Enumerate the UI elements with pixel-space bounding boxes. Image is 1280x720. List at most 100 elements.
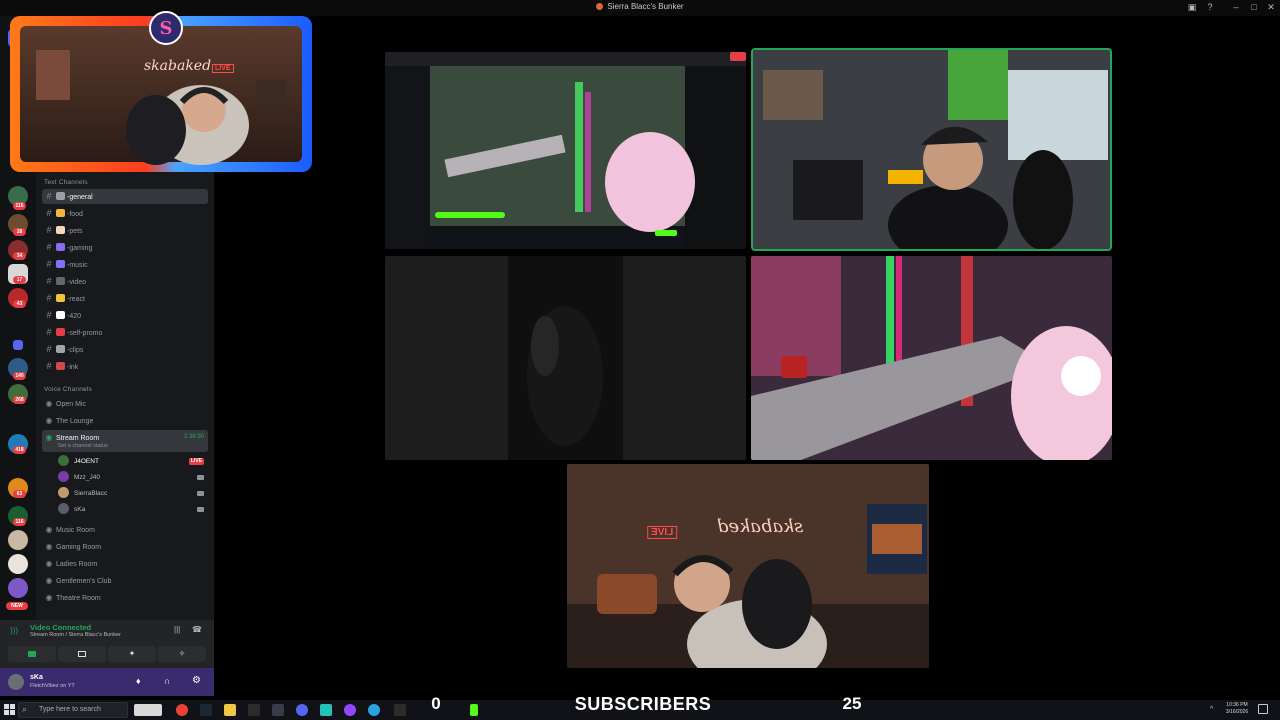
steam-icon[interactable]: [200, 704, 212, 716]
soundboard-button[interactable]: ✧: [158, 646, 206, 662]
channel-label: -react: [67, 296, 85, 303]
voice-user[interactable]: J4OENT LIVE: [58, 454, 208, 469]
windows-logo: [4, 704, 15, 715]
live-sign: LIVE: [647, 526, 678, 539]
voice-channel-gentlemens-club[interactable]: ◉ Gentlemen's Club: [42, 573, 208, 588]
channel-ink[interactable]: # -ink: [42, 359, 208, 374]
headphones-icon[interactable]: ∩: [164, 676, 170, 686]
voice-channel-stream-room[interactable]: ◉ Stream Room 2:38:30 Set a channel statu…: [42, 430, 208, 452]
channel-status[interactable]: Set a channel status: [58, 442, 108, 450]
stream-timer: 2:38:30: [183, 434, 204, 440]
voice-channel-lounge[interactable]: ◉ The Lounge: [42, 413, 208, 428]
screen-share-icon: [78, 651, 86, 657]
voice-user[interactable]: Mzz_J40: [58, 470, 208, 485]
avatar: [58, 503, 69, 514]
webcam-tile-room[interactable]: [751, 256, 1112, 460]
server-icon[interactable]: [8, 554, 28, 574]
server-icon[interactable]: [8, 530, 28, 550]
mention-badge: 268: [13, 396, 26, 404]
voice-channel-music-room[interactable]: ◉ Music Room: [42, 522, 208, 537]
webcam-tile-dark[interactable]: [385, 256, 746, 460]
avatar[interactable]: [8, 674, 24, 690]
taskbar-clock[interactable]: 10:36 PM 3/16/2026: [1222, 702, 1252, 716]
voice-status: Video Connected: [30, 623, 92, 632]
tray-chevron-icon[interactable]: ^: [1210, 706, 1213, 713]
channel-react[interactable]: # -react: [42, 291, 208, 306]
inbox-icon[interactable]: ▣: [1186, 2, 1198, 13]
activities-button[interactable]: ✦: [108, 646, 156, 662]
clock-date: 3/16/2026: [1225, 709, 1249, 715]
obs-icon[interactable]: [272, 704, 284, 716]
hash-icon: #: [46, 310, 52, 320]
app-icon[interactable]: [320, 704, 332, 716]
voice-user[interactable]: SierraBlacc: [58, 486, 208, 501]
user-panel: sKa FletchVibez on YT ♦ ∩ ⚙: [0, 668, 214, 696]
notification-icon[interactable]: [1258, 704, 1268, 714]
mention-badge: 34: [13, 252, 26, 260]
channel-420[interactable]: # -420: [42, 308, 208, 323]
screen-share-button[interactable]: [58, 646, 106, 662]
windows-start-icon[interactable]: [4, 704, 15, 715]
emoji-icon: [56, 243, 65, 251]
username: sKa: [30, 674, 43, 681]
voice-category-label[interactable]: Voice Channels: [44, 386, 92, 393]
channel-video[interactable]: # -video: [42, 274, 208, 289]
hash-icon: #: [46, 191, 52, 201]
maximize-button[interactable]: □: [1248, 2, 1260, 13]
minimize-button[interactable]: –: [1230, 2, 1242, 13]
channel-clips[interactable]: # -clips: [42, 342, 208, 357]
signal-icon[interactable]: ))): [10, 626, 20, 636]
microphone-icon[interactable]: ♦: [136, 676, 141, 686]
channel-label: -general: [67, 194, 93, 201]
webcam-content: [753, 50, 1110, 249]
channel-pets[interactable]: # -pets: [42, 223, 208, 238]
noise-suppression-icon[interactable]: |||: [174, 625, 180, 634]
twitch-icon[interactable]: [344, 704, 356, 716]
hash-icon: #: [46, 327, 52, 337]
kick-icon[interactable]: [470, 704, 478, 716]
disconnect-icon[interactable]: ☎: [192, 625, 202, 634]
voice-user[interactable]: sKa: [58, 502, 208, 517]
webcam-tile-speaking[interactable]: [751, 48, 1112, 251]
telegram-icon[interactable]: [368, 704, 380, 716]
help-icon[interactable]: ?: [1204, 2, 1216, 13]
voice-channel-open-mic[interactable]: ◉ Open Mic: [42, 396, 208, 411]
file-explorer-icon[interactable]: [224, 704, 236, 716]
voice-channel-gaming-room[interactable]: ◉ Gaming Room: [42, 539, 208, 554]
taskbar-app-icon[interactable]: [134, 704, 162, 716]
discord-icon[interactable]: [296, 704, 308, 716]
search-icon: ⌕: [22, 704, 28, 714]
server-icon[interactable]: [8, 578, 28, 598]
channel-food[interactable]: # -food: [42, 206, 208, 221]
channel-gaming[interactable]: # -gaming: [42, 240, 208, 255]
text-category-label[interactable]: Text Channels: [44, 179, 88, 186]
folder-icon[interactable]: [13, 340, 23, 350]
webcam-tile-streamer[interactable]: skabaked LIVE: [567, 464, 929, 668]
hash-icon: #: [46, 276, 52, 286]
camera-icon: [197, 491, 204, 496]
emoji-icon: [56, 226, 65, 234]
camera-button[interactable]: [8, 646, 56, 662]
webcam-content: [567, 464, 929, 668]
channel-self-promo[interactable]: # -self-promo: [42, 325, 208, 340]
close-button[interactable]: ✕: [1265, 2, 1277, 13]
voice-channel-label: Music Room: [56, 527, 95, 534]
hash-icon: #: [46, 361, 52, 371]
voice-location[interactable]: Stream Room / Sierra Blacc's Bunker: [30, 632, 121, 638]
voice-channel-ladies-room[interactable]: ◉ Ladies Room: [42, 556, 208, 571]
screen-share-tile[interactable]: [385, 52, 746, 249]
taskbar-search-input[interactable]: Type here to search: [18, 702, 128, 718]
voice-channel-theatre-room[interactable]: ◉ Theatre Room: [42, 590, 208, 605]
emoji-icon: [56, 328, 65, 336]
app-icon[interactable]: [394, 704, 406, 716]
chrome-icon[interactable]: [176, 704, 188, 716]
subscriber-goal: 25: [842, 694, 862, 713]
hash-icon: #: [46, 293, 52, 303]
subscriber-count: 0: [431, 694, 441, 713]
settings-gear-icon[interactable]: ⚙: [192, 675, 201, 686]
overlay-live-sign: LIVE: [212, 64, 234, 73]
webcam-content: [751, 256, 1112, 460]
channel-music[interactable]: # -music: [42, 257, 208, 272]
terminal-icon[interactable]: [248, 704, 260, 716]
channel-general[interactable]: # -general: [42, 189, 208, 204]
